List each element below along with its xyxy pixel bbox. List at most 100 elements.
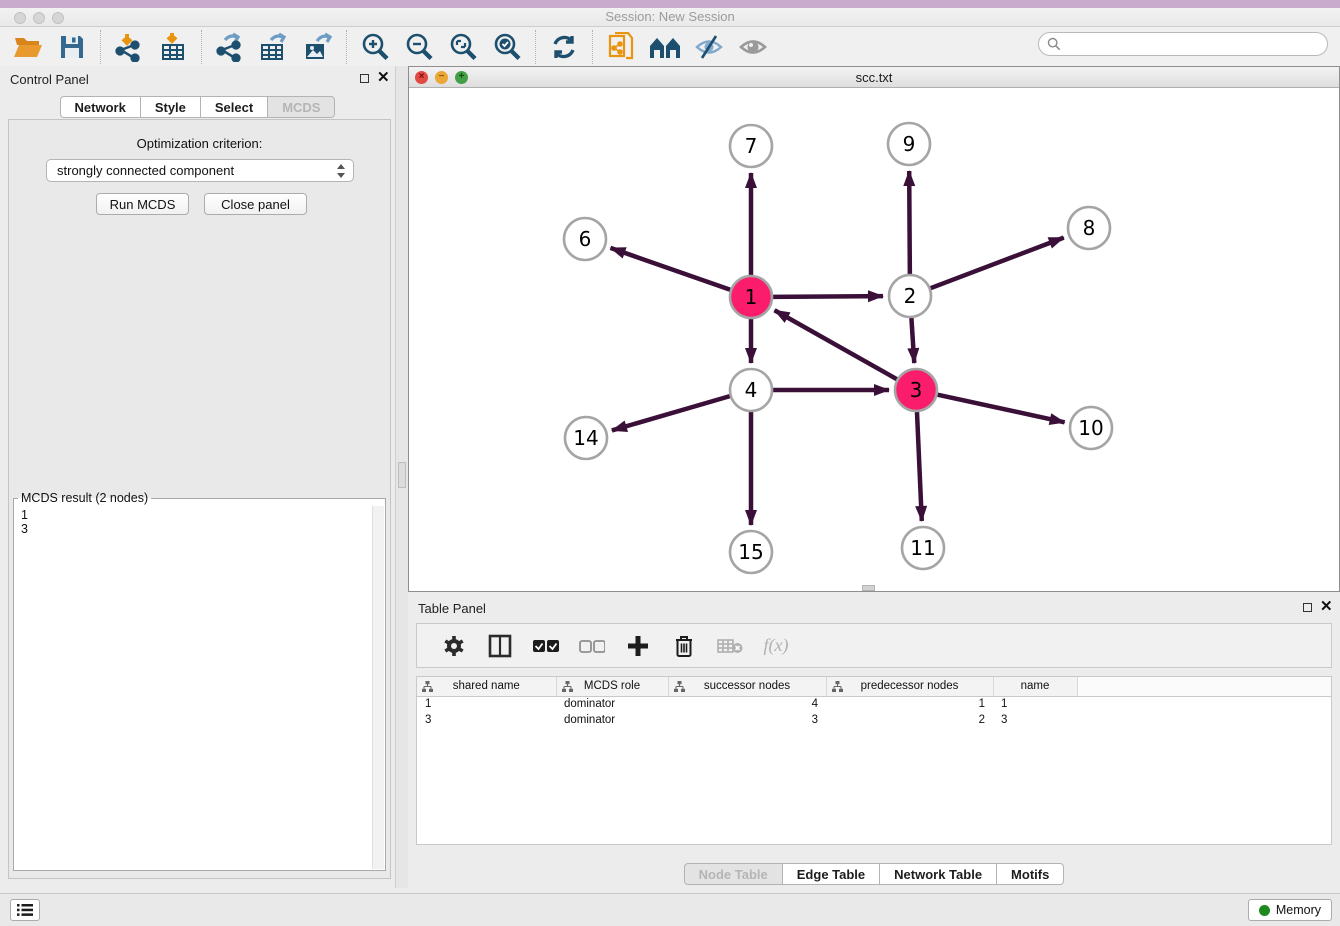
export-image-button[interactable] <box>301 30 335 64</box>
node-table: shared nameMCDS rolesuccessor nodesprede… <box>416 676 1332 845</box>
import-network-button[interactable] <box>112 30 146 64</box>
graph-edge-2-8[interactable] <box>931 238 1064 289</box>
table-panel-header: Table Panel ✕ <box>408 595 1340 621</box>
float-panel-icon[interactable] <box>360 74 369 83</box>
cell-name[interactable]: 3 <box>993 712 1077 728</box>
clone-network-icon <box>607 32 635 62</box>
graph-edge-4-14[interactable] <box>612 396 730 430</box>
cell-predecessor-nodes[interactable]: 1 <box>826 696 993 712</box>
tab-motifs[interactable]: Motifs <box>996 863 1064 885</box>
zoom-fit-icon <box>448 32 478 62</box>
criterion-select[interactable]: strongly connected component <box>46 159 354 182</box>
save-icon <box>59 34 85 60</box>
svg-text:7: 7 <box>745 134 758 158</box>
apply-layout-button[interactable] <box>547 30 581 64</box>
add-column-button[interactable] <box>621 629 655 663</box>
delete-table-button[interactable] <box>713 629 747 663</box>
cell-predecessor-nodes[interactable]: 2 <box>826 712 993 728</box>
graph-edge-3-10[interactable] <box>937 395 1064 423</box>
function-builder-button[interactable]: f(x) <box>759 629 793 663</box>
cell-successor-nodes[interactable]: 3 <box>668 712 826 728</box>
zoom-fit-button[interactable] <box>446 30 480 64</box>
graph-edge-3-1[interactable] <box>775 310 897 379</box>
column-header-shared-name[interactable]: shared name <box>417 677 556 696</box>
graph-node-6[interactable]: 6 <box>564 218 606 260</box>
delete-column-button[interactable] <box>667 629 701 663</box>
graph-edge-3-11[interactable] <box>917 412 922 521</box>
canvas-splitter-grip[interactable] <box>862 585 875 591</box>
zoom-out-icon <box>404 32 434 62</box>
graph-node-11[interactable]: 11 <box>902 527 944 569</box>
tab-edge-table[interactable]: Edge Table <box>782 863 880 885</box>
show-all-button[interactable] <box>736 30 770 64</box>
tab-network[interactable]: Network <box>60 96 141 118</box>
graph-node-7[interactable]: 7 <box>730 125 772 167</box>
table-settings-button[interactable] <box>437 629 471 663</box>
column-header-name[interactable]: name <box>993 677 1077 696</box>
search-input[interactable] <box>1061 34 1327 54</box>
table-row[interactable]: 1dominator411 <box>417 696 1331 712</box>
graph-node-9[interactable]: 9 <box>888 123 930 165</box>
first-neighbors-button[interactable] <box>648 30 682 64</box>
mcds-result-list[interactable]: 1 3 <box>15 506 372 869</box>
tab-select[interactable]: Select <box>200 96 268 118</box>
table-row[interactable]: 3dominator323 <box>417 712 1331 728</box>
cell-shared-name[interactable]: 1 <box>417 696 556 712</box>
split-panel-button[interactable] <box>483 629 517 663</box>
import-table-button[interactable] <box>156 30 190 64</box>
graph-node-10[interactable]: 10 <box>1070 407 1112 449</box>
search-box[interactable] <box>1038 32 1328 56</box>
svg-text:11: 11 <box>910 536 935 560</box>
mcds-result-group: MCDS result (2 nodes) 1 3 <box>13 491 386 871</box>
close-panel-button[interactable]: Close panel <box>204 193 307 215</box>
cell-mcds-role[interactable]: dominator <box>556 712 668 728</box>
save-session-button[interactable] <box>55 30 89 64</box>
result-scrollbar[interactable] <box>372 506 384 869</box>
svg-text:15: 15 <box>738 540 763 564</box>
close-table-panel-icon[interactable]: ✕ <box>1320 598 1333 616</box>
zoom-out-button[interactable] <box>402 30 436 64</box>
column-type-icon <box>832 681 843 692</box>
svg-text:14: 14 <box>573 426 598 450</box>
column-header-successor-nodes[interactable]: successor nodes <box>668 677 826 696</box>
tab-style[interactable]: Style <box>140 96 201 118</box>
graph-edge-1-6[interactable] <box>610 248 730 290</box>
graph-edge-2-9[interactable] <box>909 171 910 274</box>
tab-network-table[interactable]: Network Table <box>879 863 997 885</box>
close-panel-icon[interactable]: ✕ <box>377 69 390 87</box>
graph-node-15[interactable]: 15 <box>730 531 772 573</box>
deselect-checkboxes-button[interactable] <box>575 629 609 663</box>
graph-node-8[interactable]: 8 <box>1068 207 1110 249</box>
cell-shared-name[interactable]: 3 <box>417 712 556 728</box>
column-header-mcds-role[interactable]: MCDS role <box>556 677 668 696</box>
zoom-selected-button[interactable] <box>490 30 524 64</box>
graph-node-1[interactable]: 1 <box>730 276 772 318</box>
open-file-button[interactable] <box>11 30 45 64</box>
task-history-button[interactable] <box>10 899 40 921</box>
splitter-grip[interactable] <box>398 462 406 488</box>
graph-edge-2-3[interactable] <box>911 318 914 363</box>
vertical-splitter[interactable] <box>395 66 408 888</box>
select-all-checkboxes-button[interactable] <box>529 629 563 663</box>
export-table-button[interactable] <box>257 30 291 64</box>
float-table-panel-icon[interactable] <box>1303 603 1312 612</box>
network-canvas[interactable]: 1 2 3 4 6 7 8 9 10 11 14 15 <box>409 88 1339 591</box>
column-header-predecessor-nodes[interactable]: predecessor nodes <box>826 677 993 696</box>
memory-button[interactable]: Memory <box>1248 899 1332 921</box>
cell-name[interactable]: 1 <box>993 696 1077 712</box>
clone-network-button[interactable] <box>604 30 638 64</box>
cell-successor-nodes[interactable]: 4 <box>668 696 826 712</box>
tab-mcds[interactable]: MCDS <box>267 96 335 118</box>
hide-selected-button[interactable] <box>692 30 726 64</box>
graph-node-4[interactable]: 4 <box>730 369 772 411</box>
zoom-in-button[interactable] <box>358 30 392 64</box>
graph-node-2[interactable]: 2 <box>889 275 931 317</box>
graph-edge-1-2[interactable] <box>773 296 883 297</box>
svg-text:8: 8 <box>1083 216 1096 240</box>
graph-node-3[interactable]: 3 <box>895 369 937 411</box>
cell-mcds-role[interactable]: dominator <box>556 696 668 712</box>
graph-node-14[interactable]: 14 <box>565 417 607 459</box>
export-network-button[interactable] <box>213 30 247 64</box>
tab-node-table[interactable]: Node Table <box>684 863 783 885</box>
run-mcds-button[interactable]: Run MCDS <box>96 193 189 215</box>
